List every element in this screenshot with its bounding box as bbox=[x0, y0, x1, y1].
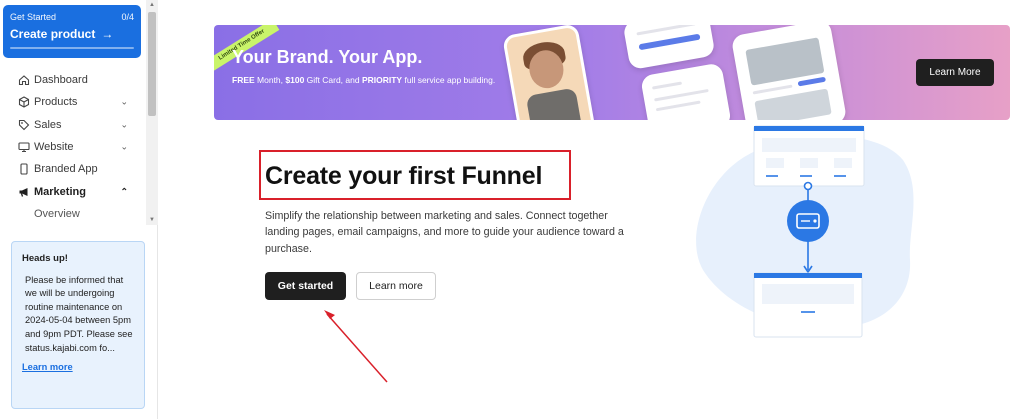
monitor-icon bbox=[18, 141, 30, 153]
mockup-line bbox=[752, 84, 793, 95]
notice-title: Heads up! bbox=[22, 253, 68, 264]
mockup-button bbox=[797, 76, 827, 87]
person-body bbox=[525, 87, 583, 120]
sidebar-item-label: Overview bbox=[34, 207, 80, 220]
chevron-down-icon[interactable]: ⌄ bbox=[120, 142, 128, 153]
banner-subtitle-part: Gift Card, and bbox=[304, 75, 362, 85]
sidebar-item-dashboard[interactable]: Dashboard bbox=[0, 69, 146, 91]
phone-mockup-photo bbox=[502, 25, 596, 120]
notice-learn-more-link[interactable]: Learn more bbox=[22, 361, 134, 375]
sidebar: Get Started 0/4 Create product → Dashboa… bbox=[0, 0, 158, 419]
sidebar-item-products[interactable]: Products ⌄ bbox=[0, 91, 146, 113]
mockup-button bbox=[638, 33, 701, 51]
scroll-up-arrow-icon[interactable]: ▲ bbox=[146, 2, 158, 8]
promo-banner: Limited Time Offer Your Brand. Your App.… bbox=[214, 25, 1010, 120]
sidebar-item-sales[interactable]: Sales ⌄ bbox=[0, 114, 146, 136]
scrollbar-thumb[interactable] bbox=[148, 12, 156, 116]
banner-title: Your Brand. Your App. bbox=[232, 47, 423, 67]
banner-subtitle-part: Month, bbox=[254, 75, 286, 85]
banner-subtitle-part: $100 bbox=[285, 75, 305, 85]
mockup-line bbox=[636, 25, 696, 36]
annotation-arrow bbox=[324, 310, 388, 383]
sidebar-item-label: Products bbox=[34, 96, 78, 109]
sidebar-item-label: Sales bbox=[34, 118, 62, 131]
sidebar-item-overview[interactable]: Overview bbox=[0, 203, 146, 225]
sidebar-item-label: Branded App bbox=[34, 163, 98, 176]
create-product-label: Create product bbox=[10, 27, 96, 41]
get-started-progress-bar bbox=[10, 47, 134, 49]
sidebar-nav: Dashboard Products ⌄ Sales ⌄ Website ⌄ B… bbox=[0, 69, 146, 225]
chevron-down-icon[interactable]: ⌄ bbox=[120, 119, 128, 130]
arrow-right-icon: → bbox=[101, 27, 114, 41]
get-started-card[interactable]: Get Started 0/4 Create product → bbox=[3, 5, 141, 58]
get-started-label: Get Started bbox=[10, 12, 57, 22]
phone-icon bbox=[18, 163, 30, 175]
banner-learn-more-button[interactable]: Learn More bbox=[916, 59, 994, 86]
sidebar-item-website[interactable]: Website ⌄ bbox=[0, 136, 146, 158]
sidebar-item-marketing[interactable]: Marketing ⌃ bbox=[0, 180, 146, 202]
get-started-button[interactable]: Get started bbox=[265, 272, 346, 300]
phone-mockup-app bbox=[640, 62, 732, 120]
banner-subtitle: FREE Month, $100 Gift Card, and PRIORITY… bbox=[232, 74, 502, 86]
sidebar-scrollbar[interactable]: ▲ ▼ bbox=[146, 0, 158, 225]
banner-subtitle-part: PRIORITY bbox=[361, 75, 403, 85]
chevron-down-icon[interactable]: ⌄ bbox=[120, 97, 128, 108]
scroll-down-arrow-icon[interactable]: ▼ bbox=[146, 217, 158, 223]
mockup-line bbox=[655, 100, 701, 112]
funnel-illustration bbox=[696, 125, 914, 338]
mockup-line bbox=[654, 88, 709, 102]
sidebar-item-label: Marketing bbox=[34, 185, 86, 198]
page-description: Simplify the relationship between market… bbox=[265, 210, 624, 255]
sidebar-item-branded-app[interactable]: Branded App bbox=[0, 158, 146, 180]
banner-subtitle-part: full service app building. bbox=[402, 75, 496, 85]
mockup-line bbox=[651, 81, 683, 90]
create-product-link[interactable]: Create product → bbox=[10, 27, 134, 41]
page-title: Create your first Funnel bbox=[265, 162, 543, 190]
phone-mockup-gallery bbox=[730, 25, 848, 120]
home-icon bbox=[18, 74, 30, 86]
get-started-header: Get Started 0/4 bbox=[10, 12, 134, 22]
maintenance-notice: Heads up! Please be informed that we wil… bbox=[11, 241, 145, 409]
sidebar-item-label: Dashboard bbox=[34, 74, 88, 87]
mockup-image bbox=[754, 88, 832, 120]
get-started-progress: 0/4 bbox=[121, 12, 134, 22]
box-icon bbox=[18, 96, 30, 109]
banner-subtitle-part: FREE bbox=[232, 75, 255, 85]
chevron-up-icon[interactable]: ⌃ bbox=[120, 186, 128, 197]
tag-icon bbox=[18, 119, 30, 131]
sidebar-item-label: Website bbox=[34, 141, 74, 154]
learn-more-button[interactable]: Learn more bbox=[356, 272, 436, 300]
app-root: Get Started 0/4 Create product → Dashboa… bbox=[0, 0, 1024, 419]
phone-mockup-form bbox=[622, 25, 716, 71]
notice-body: Please be informed that we will be under… bbox=[25, 274, 133, 353]
megaphone-icon bbox=[18, 186, 30, 198]
